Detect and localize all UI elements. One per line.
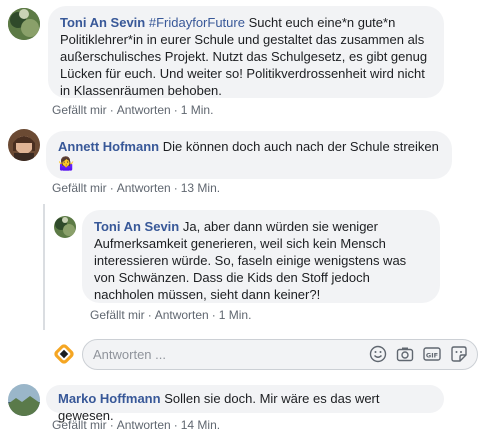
avatar-annett[interactable] [8,129,40,161]
timestamp[interactable]: 14 Min. [181,418,220,432]
reply-link[interactable]: Antworten [155,308,209,322]
gif-icon[interactable]: GIF [423,345,441,363]
reply-link[interactable]: Antworten [117,103,171,117]
like-link[interactable]: Gefällt mir [52,181,107,195]
like-link[interactable]: Gefällt mir [52,103,107,117]
avatar-image [8,8,40,40]
current-user-avatar [54,344,74,364]
reply-input-placeholder: Antworten ... [93,347,166,362]
current-user-icon [54,344,74,364]
svg-text:GIF: GIF [426,352,438,360]
shrug-emoji: 🤷‍♀️ [58,156,75,171]
comment-author[interactable]: Annett Hofmann [58,139,159,154]
like-link[interactable]: Gefällt mir [90,308,145,322]
avatar-marko[interactable] [8,384,40,416]
avatar-image [8,384,40,416]
reply-bubble-1: Toni An Sevin Ja, aber dann würden sie w… [82,210,440,303]
sticker-icon[interactable] [450,345,468,363]
like-link[interactable]: Gefällt mir [52,418,107,432]
timestamp[interactable]: 1 Min. [219,308,252,322]
comment-author[interactable]: Toni An Sevin [60,15,145,30]
reply-actions-1: Gefällt mir · Antworten · 1 Min. [90,308,252,322]
comment-bubble-2: Annett Hofmann Die können doch auch nach… [46,131,452,179]
emoji-icon[interactable] [369,345,387,363]
comment-author[interactable]: Marko Hoffmann [58,391,161,406]
timestamp[interactable]: 13 Min. [181,181,220,195]
comment-text: Die können doch auch nach der Schule str… [162,139,439,154]
avatar-toni[interactable] [8,8,40,40]
timestamp[interactable]: 1 Min. [181,103,214,117]
reply-link[interactable]: Antworten [117,181,171,195]
comment-actions-2: Gefällt mir · Antworten · 13 Min. [52,181,221,195]
avatar-image [54,216,76,238]
comment-bubble-3: Marko Hoffmann Sollen sie doch. Mir wäre… [46,385,444,423]
avatar-image [8,129,40,161]
avatar-toni-reply[interactable] [54,216,76,238]
reply-input[interactable]: Antworten ... GIF [82,339,478,370]
hashtag-link[interactable]: #FridayforFuture [149,15,245,30]
reply-link[interactable]: Antworten [117,418,171,432]
comment-author[interactable]: Toni An Sevin [94,219,179,234]
comment-actions-3: Gefällt mir · Antworten · 14 Min. [52,418,221,432]
camera-icon[interactable] [396,345,414,363]
comment-actions-1: Gefällt mir · Antworten · 1 Min. [52,103,214,117]
comment-bubble-1: Toni An Sevin #FridayforFuture Sucht euc… [48,6,444,98]
reply-thread-line [43,204,45,330]
